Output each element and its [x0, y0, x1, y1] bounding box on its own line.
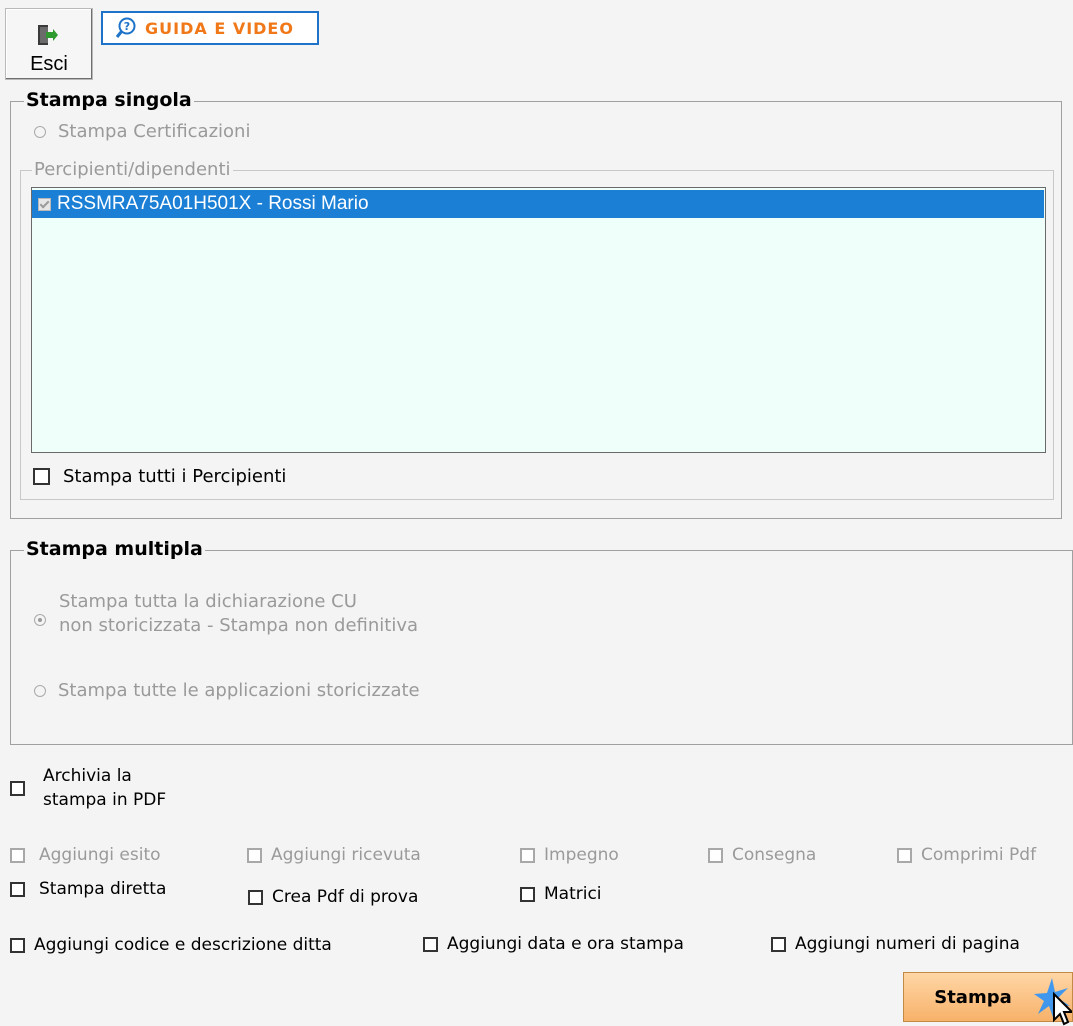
checkbox-box[interactable] — [247, 847, 262, 863]
recipient-label: RSSMRA75A01H501X - Rossi Mario — [57, 193, 369, 214]
commitment-label: Impegno — [544, 845, 619, 865]
delivery-checkbox[interactable]: Consegna — [708, 845, 816, 865]
checkbox-box[interactable] — [520, 847, 535, 863]
recipients-list[interactable]: RSSMRA75A01H501X - Rossi Mario — [31, 187, 1046, 453]
print-certifications-radio[interactable]: Stampa Certificazioni — [34, 121, 250, 142]
print-entire-declaration-line1: Stampa tutta la dichiarazione CU — [59, 591, 357, 612]
guide-video-button[interactable]: ? GUIDA E VIDEO — [101, 11, 319, 45]
help-question-icon: ? — [115, 17, 136, 38]
print-historicized-radio[interactable]: Stampa tutte le applicazioni storicizzat… — [34, 680, 420, 701]
compress-pdf-label: Comprimi Pdf — [921, 845, 1037, 865]
compress-pdf-checkbox[interactable]: Comprimi Pdf — [897, 845, 1036, 865]
add-page-numbers-checkbox[interactable]: Aggiungi numeri di pagina — [771, 934, 1020, 954]
print-certifications-label: Stampa Certificazioni — [58, 121, 251, 142]
matrices-checkbox[interactable]: Matrici — [520, 884, 602, 904]
add-company-code-checkbox[interactable]: Aggiungi codice e descrizione ditta — [10, 935, 332, 955]
checkbox-box[interactable] — [423, 936, 438, 952]
print-all-recipients-checkbox[interactable]: Stampa tutti i Percipienti — [33, 466, 286, 487]
print-all-recipients-label: Stampa tutti i Percipienti — [63, 466, 287, 487]
checkbox-box[interactable] — [10, 881, 25, 897]
exit-door-icon — [38, 25, 58, 45]
test-pdf-label: Crea Pdf di prova — [272, 887, 419, 907]
exit-label: Esci — [30, 53, 68, 75]
checkbox-box[interactable] — [10, 937, 25, 953]
add-outcome-checkbox[interactable]: Aggiungi esito — [10, 845, 161, 865]
checkbox-box[interactable] — [10, 847, 25, 863]
add-company-code-label: Aggiungi codice e descrizione ditta — [34, 935, 332, 955]
add-datetime-checkbox[interactable]: Aggiungi data e ora stampa — [423, 934, 684, 954]
multiple-print-group — [10, 550, 1073, 745]
recipients-legend: Percipienti/dipendenti — [32, 159, 233, 180]
archive-pdf-checkbox[interactable]: Archivia la stampa in PDF — [10, 764, 166, 812]
add-outcome-label: Aggiungi esito — [39, 845, 161, 865]
multiple-print-legend: Stampa multipla — [24, 538, 205, 560]
radio-indicator — [34, 684, 46, 697]
exit-button[interactable]: Esci — [5, 8, 93, 80]
svg-text:?: ? — [124, 20, 130, 33]
checkbox-box[interactable] — [771, 936, 786, 952]
checkbox-box[interactable] — [10, 781, 25, 796]
mouse-cursor-icon — [1034, 978, 1072, 1026]
add-receipt-label: Aggiungi ricevuta — [271, 845, 421, 865]
print-historicized-label: Stampa tutte le applicazioni storicizzat… — [58, 680, 420, 701]
checkbox-box[interactable] — [708, 847, 723, 863]
guide-video-label: GUIDA E VIDEO — [145, 18, 294, 38]
radio-indicator — [34, 125, 46, 138]
direct-print-label: Stampa diretta — [39, 879, 167, 899]
checkbox-box[interactable] — [520, 886, 535, 902]
direct-print-checkbox[interactable]: Stampa diretta — [10, 879, 166, 899]
commitment-checkbox[interactable]: Impegno — [520, 845, 619, 865]
print-button-label: Stampa — [934, 986, 1012, 1008]
test-pdf-checkbox[interactable]: Crea Pdf di prova — [248, 887, 418, 907]
archive-pdf-line1: Archivia la — [43, 766, 132, 786]
archive-pdf-line2: stampa in PDF — [43, 790, 167, 810]
add-receipt-checkbox[interactable]: Aggiungi ricevuta — [247, 845, 421, 865]
delivery-label: Consegna — [732, 845, 817, 865]
single-print-legend: Stampa singola — [24, 89, 194, 111]
radio-indicator — [34, 614, 46, 626]
add-datetime-label: Aggiungi data e ora stampa — [447, 934, 684, 954]
print-entire-declaration-radio[interactable]: Stampa tutta la dichiarazione CU non sto… — [34, 590, 418, 638]
checkbox-checked-icon[interactable] — [38, 197, 51, 211]
list-item[interactable]: RSSMRA75A01H501X - Rossi Mario — [32, 190, 1044, 218]
checkbox-box[interactable] — [248, 889, 263, 905]
checkbox-box[interactable] — [897, 847, 912, 863]
print-entire-declaration-line2: non storicizzata - Stampa non definitiva — [59, 615, 419, 636]
checkbox-box[interactable] — [33, 468, 50, 485]
add-page-numbers-label: Aggiungi numeri di pagina — [795, 934, 1020, 954]
matrices-label: Matrici — [544, 884, 602, 904]
